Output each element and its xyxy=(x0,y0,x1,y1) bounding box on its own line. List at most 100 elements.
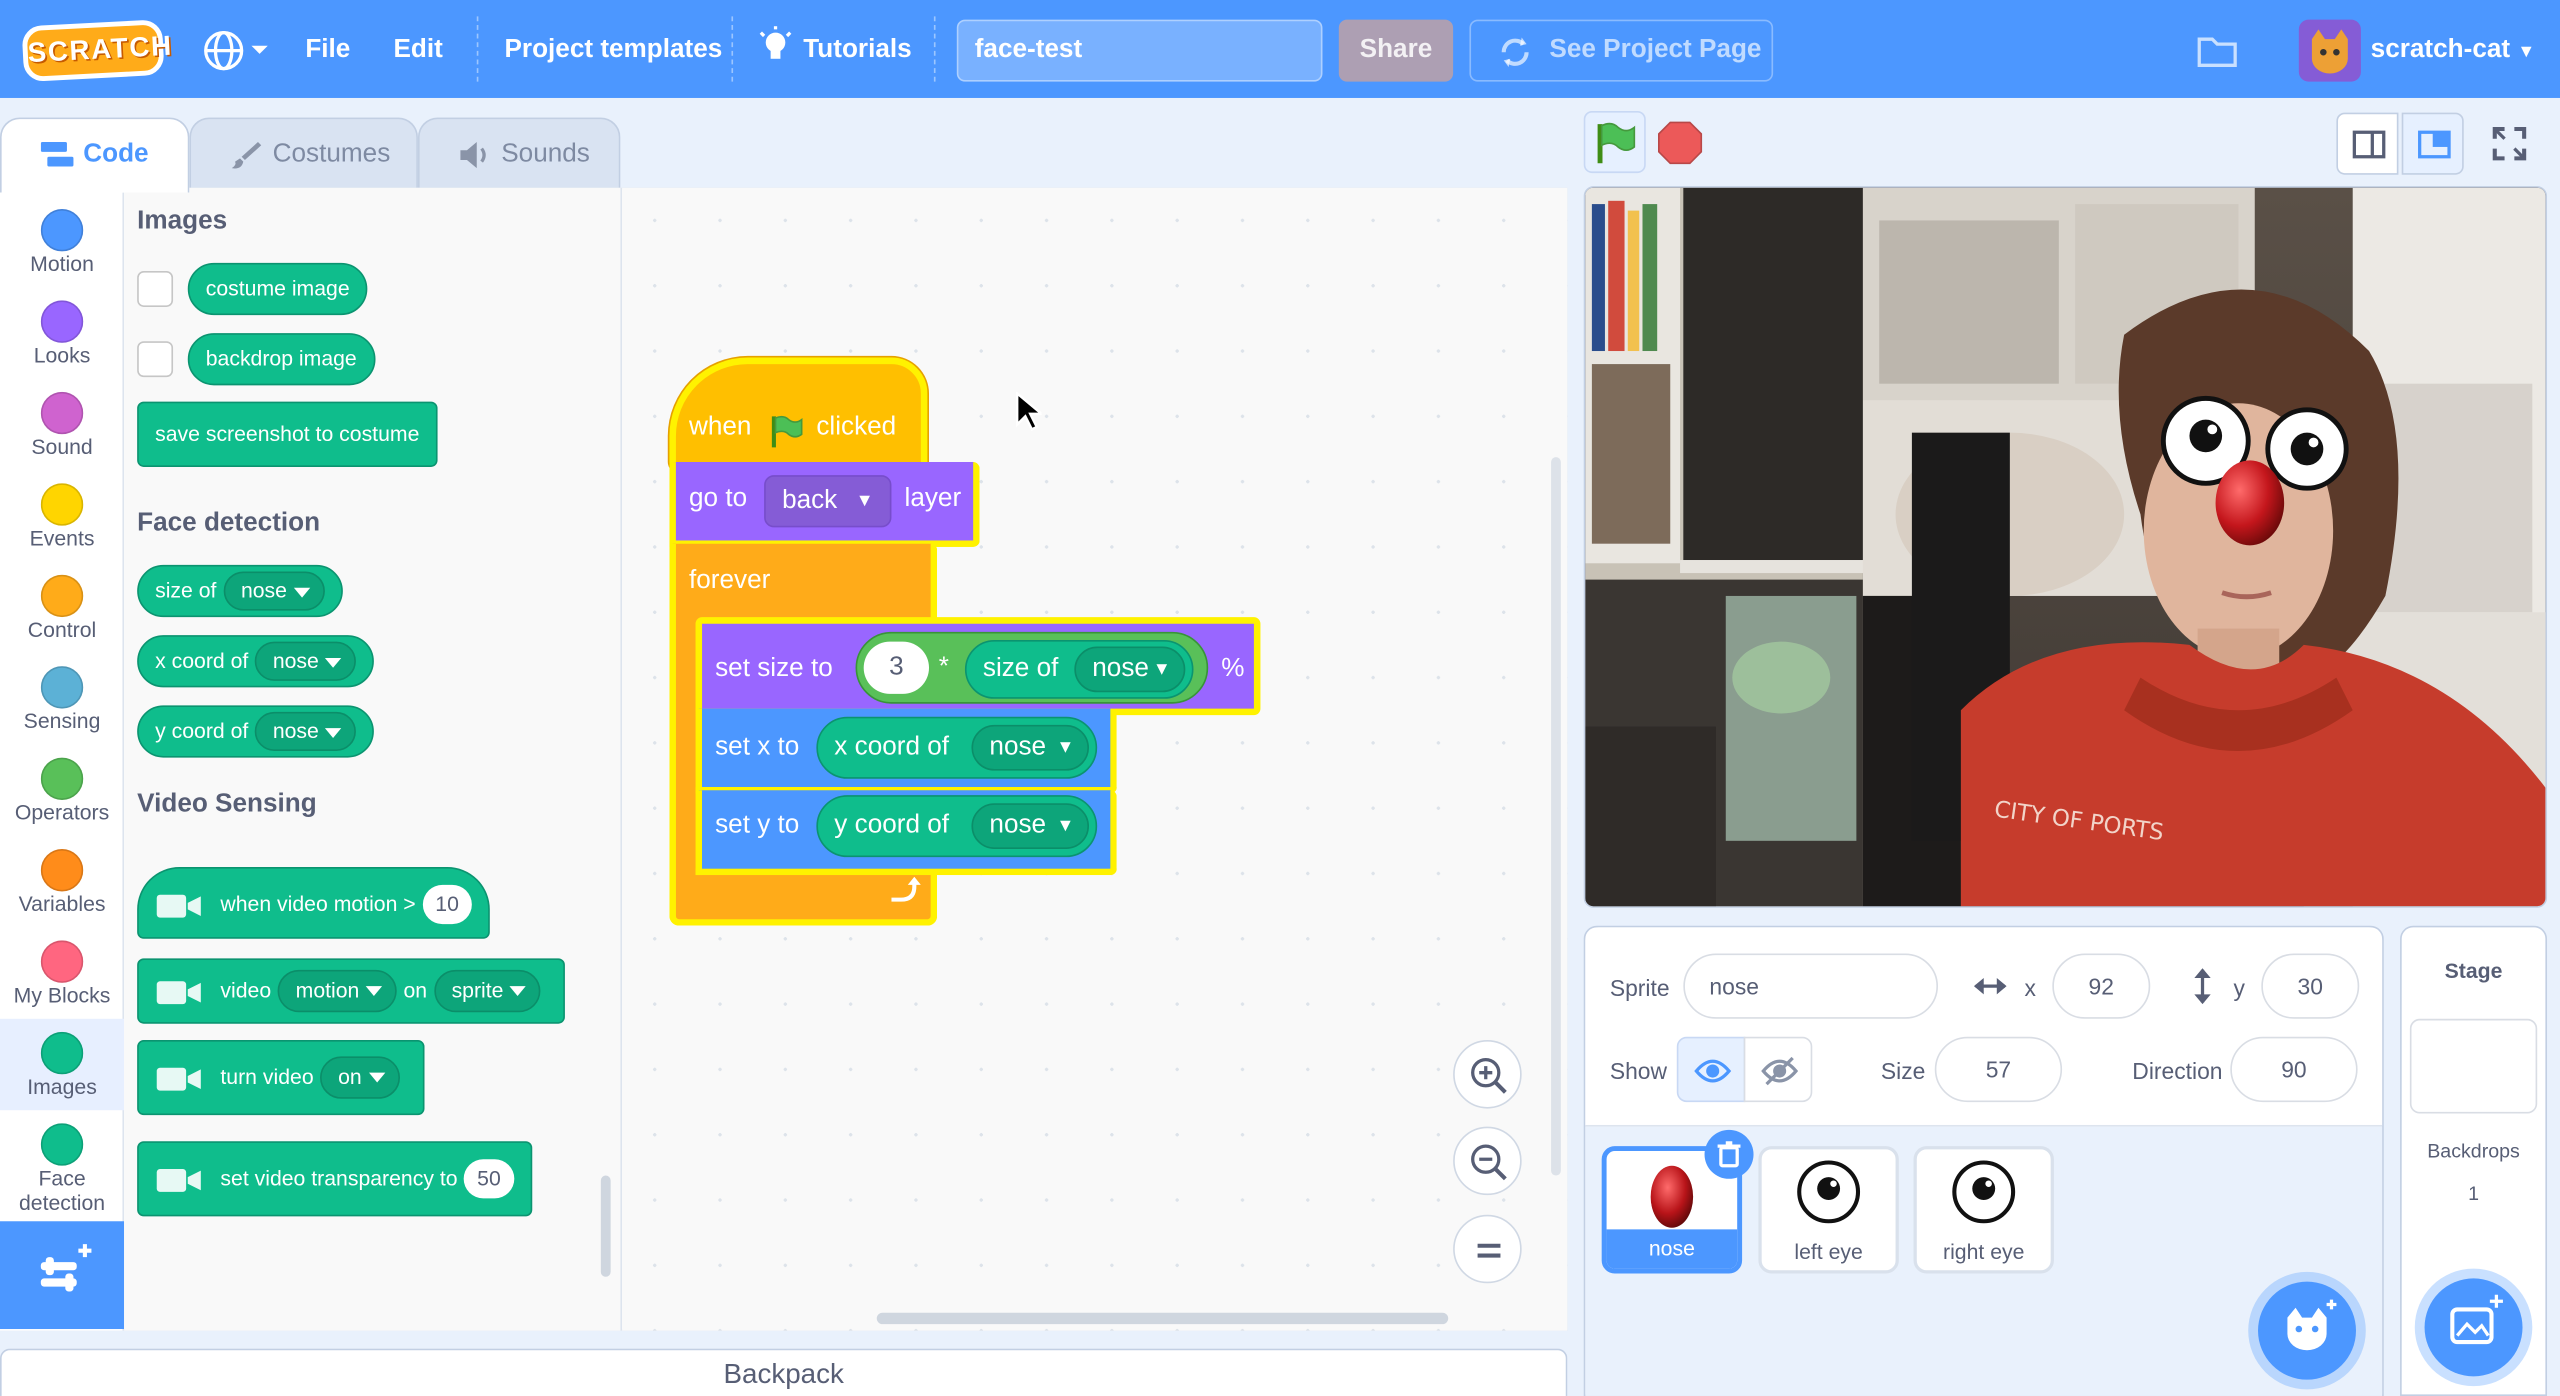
set-y-to-block[interactable]: set y to y coord of nose ▼ xyxy=(695,790,1117,876)
palette-scrollbar[interactable] xyxy=(600,1175,611,1277)
turn-video-block[interactable]: turn video on xyxy=(137,1040,424,1116)
category-label: Motion xyxy=(30,251,94,276)
category-face-detection[interactable]: Face detection xyxy=(0,1110,124,1218)
my-stuff-folder-icon[interactable] xyxy=(2196,33,2238,69)
y-position-input[interactable]: 30 xyxy=(2261,953,2360,1019)
y-label: y xyxy=(2233,974,2245,1001)
motion-threshold-input[interactable]: 10 xyxy=(422,884,472,925)
feature-dropdown[interactable]: nose ▼ xyxy=(971,724,1090,771)
file-menu[interactable]: File xyxy=(305,0,350,98)
feature-dropdown[interactable]: nose xyxy=(254,641,357,681)
add-backdrop-button[interactable] xyxy=(2424,1278,2523,1377)
fullscreen-button[interactable] xyxy=(2478,113,2540,175)
feature-dropdown[interactable]: nose ▼ xyxy=(1074,646,1186,693)
tab-costumes[interactable]: Costumes xyxy=(189,117,418,190)
backdrop-image-block[interactable]: backdrop image xyxy=(187,333,375,386)
category-variables[interactable]: Variables xyxy=(0,836,124,927)
category-images[interactable]: Images xyxy=(0,1018,125,1111)
set-x-to-block[interactable]: set x to x coord of nose ▼ xyxy=(695,708,1117,794)
size-of-reporter[interactable]: size of nose ▼ xyxy=(964,640,1194,699)
category-control[interactable]: Control xyxy=(0,562,124,653)
motion-dropdown[interactable]: motion xyxy=(277,969,397,1013)
green-flag-button[interactable] xyxy=(1583,111,1646,174)
direction-input[interactable]: 90 xyxy=(2230,1036,2358,1103)
tab-code[interactable]: Code xyxy=(0,117,190,193)
language-menu[interactable] xyxy=(202,0,271,98)
feature-dropdown[interactable]: nose ▼ xyxy=(971,803,1090,850)
eye-slash-icon xyxy=(1761,1056,1799,1086)
cat-face-icon xyxy=(2311,29,2348,74)
layer-dropdown[interactable]: back ▼ xyxy=(764,475,892,528)
feature-dropdown[interactable]: nose xyxy=(222,571,325,611)
delete-sprite-button[interactable] xyxy=(1704,1129,1754,1179)
add-extension-button[interactable] xyxy=(0,1221,125,1330)
dropdown-value: back xyxy=(782,486,838,515)
stage-selector[interactable]: Stage Backdrops 1 xyxy=(2400,925,2548,1396)
block-label: video xyxy=(220,977,272,1003)
script-horizontal-scrollbar[interactable] xyxy=(876,1312,1449,1325)
stage[interactable]: CITY OF PORTS xyxy=(1583,186,2548,908)
sprite-tile-left-eye[interactable]: left eye xyxy=(1758,1146,1899,1274)
loop-arrow-icon xyxy=(891,876,921,902)
when-flag-clicked-block[interactable]: when clicked xyxy=(669,357,928,472)
tutorials-menu[interactable]: Tutorials xyxy=(758,0,912,98)
block-label: size of xyxy=(982,654,1059,683)
globe-icon xyxy=(204,31,268,71)
variables-dot-icon xyxy=(40,849,84,892)
x-coord-of-block[interactable]: x coord of nose xyxy=(137,635,375,688)
x-coord-of-reporter[interactable]: x coord of nose ▼ xyxy=(816,716,1098,779)
show-hidden-button[interactable] xyxy=(1743,1036,1813,1103)
category-looks[interactable]: Looks xyxy=(0,287,124,378)
category-operators[interactable]: Operators xyxy=(0,745,124,836)
sprite-dropdown[interactable]: sprite xyxy=(433,969,542,1013)
sprite-tile-right-eye[interactable]: right eye xyxy=(1913,1146,2054,1274)
see-project-page-button[interactable]: See Project Page xyxy=(1469,19,1774,82)
zoom-out-button[interactable] xyxy=(1453,1126,1522,1196)
stop-button[interactable] xyxy=(1649,111,1711,173)
script-vertical-scrollbar[interactable] xyxy=(1551,457,1561,1176)
category-sound[interactable]: Sound xyxy=(0,379,124,470)
category-my-blocks[interactable]: My Blocks xyxy=(0,927,124,1018)
video-motion-on-sprite-block[interactable]: video motion on sprite xyxy=(137,958,566,1024)
category-motion[interactable]: Motion xyxy=(0,196,124,287)
add-sprite-button[interactable] xyxy=(2258,1281,2356,1380)
when-video-motion-block[interactable]: when video motion >10 xyxy=(137,866,490,939)
backpack[interactable]: Backpack xyxy=(0,1348,1568,1396)
x-position-input[interactable]: 92 xyxy=(2052,953,2151,1019)
tab-sounds[interactable]: Sounds xyxy=(417,117,621,190)
set-size-to-block[interactable]: set size to 3 * size of nose ▼ % xyxy=(695,617,1261,716)
show-visible-button[interactable] xyxy=(1676,1036,1746,1103)
edit-menu[interactable]: Edit xyxy=(393,0,442,98)
size-input[interactable]: 57 xyxy=(1934,1036,2063,1103)
y-coord-of-reporter[interactable]: y coord of nose ▼ xyxy=(816,795,1098,858)
small-stage-button[interactable] xyxy=(2336,112,2399,175)
category-events[interactable]: Events xyxy=(0,470,124,561)
costume-image-checkbox[interactable] xyxy=(137,271,174,307)
size-of-block[interactable]: size of nose xyxy=(137,564,343,618)
save-screenshot-block[interactable]: save screenshot to costume xyxy=(137,401,438,467)
username[interactable]: scratch-cat ▼ xyxy=(2371,0,2535,103)
project-templates-menu[interactable]: Project templates xyxy=(505,0,723,98)
sprite-name-input[interactable]: nose xyxy=(1683,953,1939,1019)
scratch-logo[interactable]: SCRATCH xyxy=(21,19,173,83)
go-to-layer-block[interactable]: go to back ▼ layer xyxy=(669,462,980,547)
avatar[interactable] xyxy=(2298,19,2361,82)
green-flag-icon xyxy=(771,415,803,448)
project-title-input[interactable]: face-test xyxy=(956,19,1323,82)
sprite-list: nose left eye right eye xyxy=(1585,1126,2383,1396)
backdrop-image-checkbox[interactable] xyxy=(137,341,174,378)
multiply-operator-block[interactable]: 3 * size of nose ▼ xyxy=(855,631,1209,704)
zoom-in-button[interactable] xyxy=(1453,1040,1522,1109)
video-state-dropdown[interactable]: on xyxy=(320,1056,400,1099)
y-coord-of-block[interactable]: y coord of nose xyxy=(137,705,375,758)
share-button[interactable]: Share xyxy=(1338,19,1454,82)
set-video-transparency-block[interactable]: set video transparency to 50 xyxy=(137,1141,532,1217)
my-blocks-dot-icon xyxy=(40,940,84,983)
category-sensing[interactable]: Sensing xyxy=(0,653,124,744)
large-stage-button[interactable] xyxy=(2401,112,2464,175)
size-factor-input[interactable]: 3 xyxy=(863,641,930,694)
costume-image-block[interactable]: costume image xyxy=(187,262,368,316)
transparency-input[interactable]: 50 xyxy=(464,1159,514,1199)
zoom-reset-button[interactable] xyxy=(1453,1214,1522,1284)
feature-dropdown[interactable]: nose xyxy=(254,711,357,752)
